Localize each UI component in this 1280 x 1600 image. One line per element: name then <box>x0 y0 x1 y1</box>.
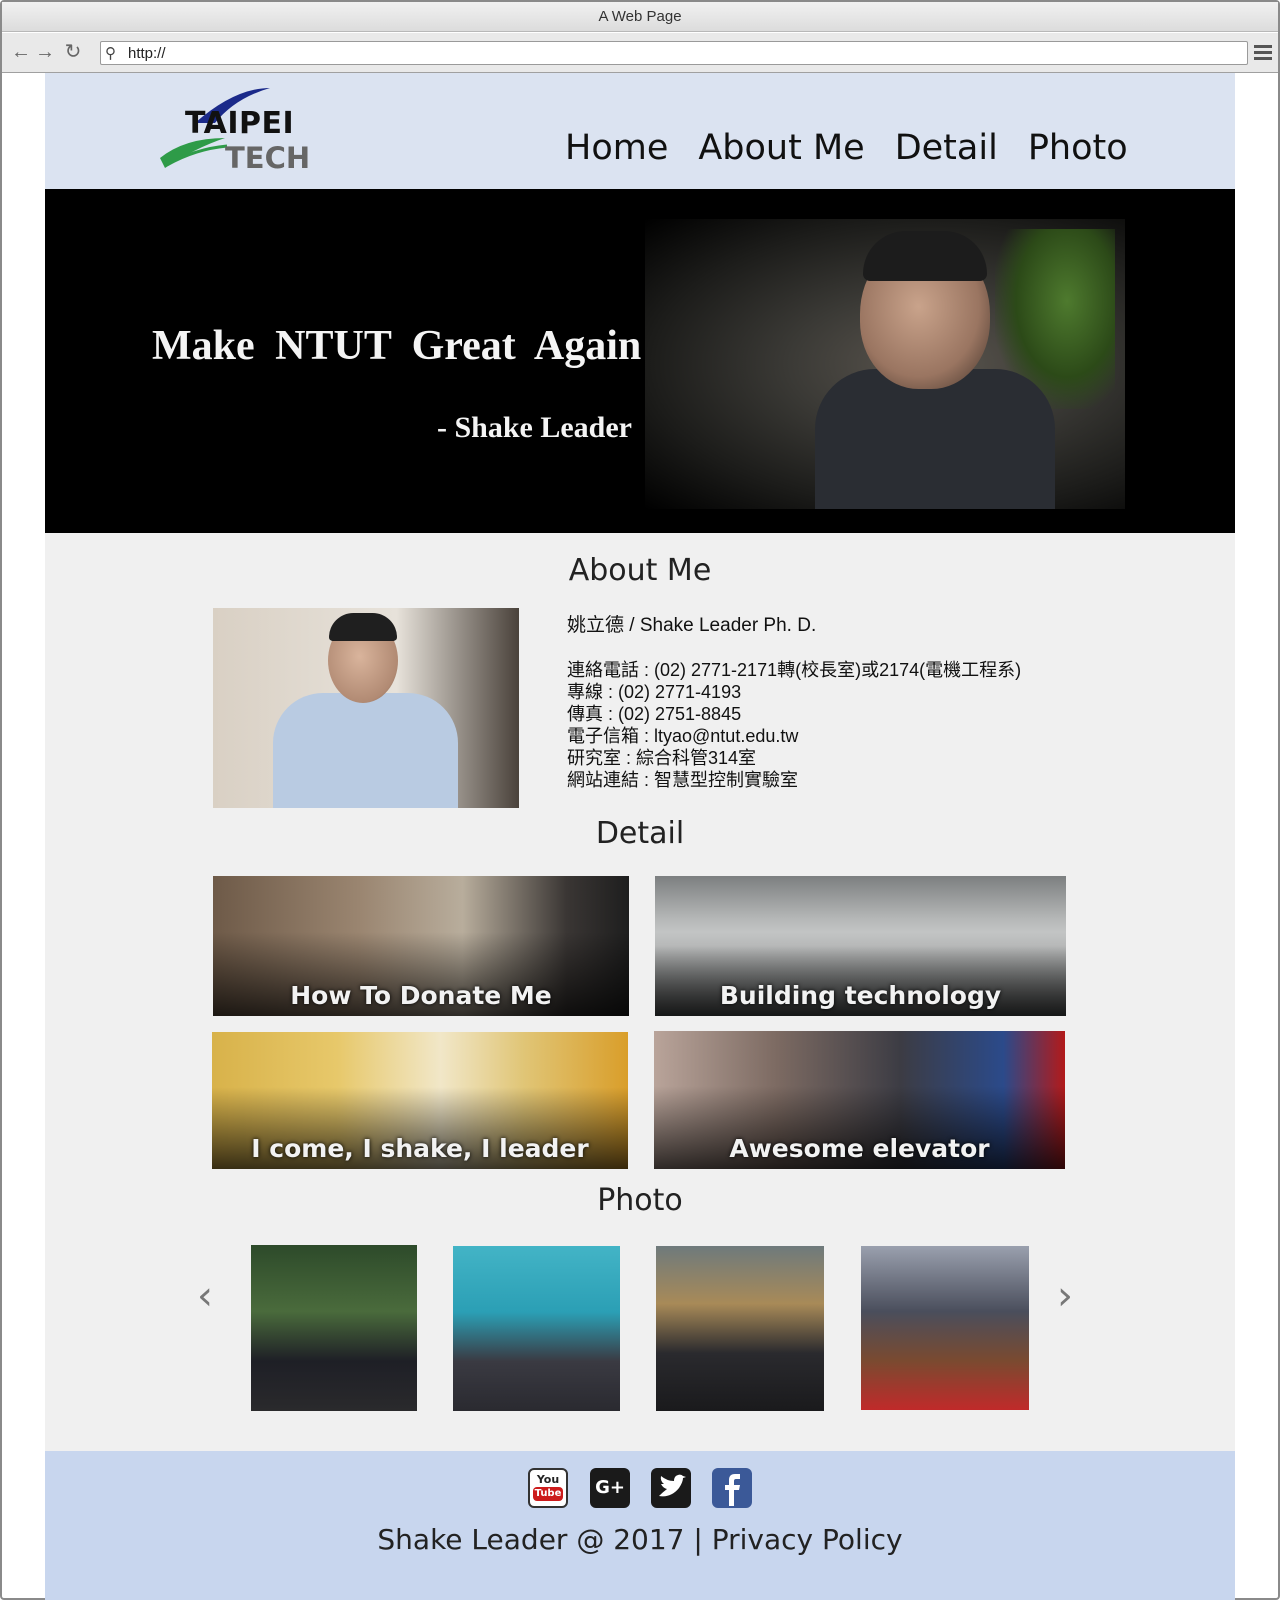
about-info: 姚立德 / Shake Leader Ph. D. 連絡電話 : (02) 27… <box>567 615 1021 791</box>
photo-thumbnail[interactable] <box>861 1246 1029 1410</box>
about-office: 研究室 : 綜合科管314室 <box>567 748 757 768</box>
photo-thumbnail[interactable] <box>453 1246 620 1411</box>
footer-text: Shake Leader @ 2017 | Privacy Policy <box>45 1523 1235 1556</box>
detail-card-shake[interactable]: I come, I shake, I leader <box>212 1032 628 1169</box>
site-footer: You Tube G+ Shake Leader @ 2017 | Privac… <box>45 1451 1235 1600</box>
hero-portrait-image <box>645 219 1125 509</box>
detail-card-donate[interactable]: How To Donate Me <box>213 876 629 1016</box>
about-website-link[interactable]: 網站連結 : 智慧型控制實驗室 <box>567 769 1021 791</box>
search-icon: ⚲ <box>105 45 116 62</box>
about-phone: 連絡電話 : (02) 2771-2171轉(校長室)或2174(電機工程系) <box>567 660 1022 680</box>
chevron-left-icon[interactable]: ‹ <box>197 1273 213 1319</box>
nav-detail[interactable]: Detail <box>895 128 998 168</box>
logo-text-tech: TECH <box>225 141 311 175</box>
browser-toolbar: ← → ↻ ⚲ http:// <box>2 33 1278 73</box>
about-portrait-image <box>213 608 519 808</box>
reload-icon[interactable]: ↻ <box>62 41 84 63</box>
window-title: A Web Page <box>2 2 1278 32</box>
about-section-title: About Me <box>568 553 712 588</box>
page: TAIPEI TECH Home About Me Detail Photo M… <box>45 73 1235 1600</box>
privacy-policy-link[interactable]: Privacy Policy <box>712 1523 903 1556</box>
main-nav: Home About Me Detail Photo <box>565 128 1128 168</box>
facebook-f-icon <box>725 1474 740 1506</box>
copyright-text: Shake Leader @ 2017 <box>377 1523 685 1556</box>
forward-arrow-icon[interactable]: → <box>34 41 56 63</box>
about-email[interactable]: 電子信箱 : ltyao@ntut.edu.tw <box>567 725 1021 747</box>
youtube-icon[interactable]: You Tube <box>528 1468 568 1508</box>
nav-home[interactable]: Home <box>565 128 668 168</box>
photo-thumbnail[interactable] <box>251 1245 417 1411</box>
twitter-bird-icon <box>659 1474 686 1497</box>
back-arrow-icon[interactable]: ← <box>10 41 32 63</box>
about-fax: 傳真 : (02) 2751-8845 <box>567 704 742 724</box>
hero-banner: Make NTUT Great Again - Shake Leader <box>45 189 1235 533</box>
logo-text-taipei: TAIPEI <box>185 106 295 141</box>
facebook-icon[interactable] <box>712 1468 752 1508</box>
hamburger-menu-icon[interactable] <box>1254 45 1272 61</box>
address-text[interactable]: http:// <box>128 45 166 62</box>
about-direct-line: 專線 : (02) 2771-4193 <box>567 682 742 702</box>
detail-card-caption: How To Donate Me <box>290 981 552 1010</box>
address-bar[interactable]: ⚲ http:// <box>100 41 1248 65</box>
about-name: 姚立德 / Shake Leader Ph. D. <box>567 615 817 636</box>
photo-section-title: Photo <box>597 1183 683 1218</box>
photo-thumbnail[interactable] <box>656 1246 824 1411</box>
detail-section-title: Detail <box>595 816 685 851</box>
google-plus-icon[interactable]: G+ <box>590 1468 630 1508</box>
site-header: TAIPEI TECH Home About Me Detail Photo <box>45 73 1235 189</box>
detail-card-caption: Building technology <box>719 981 1002 1010</box>
nav-about-me[interactable]: About Me <box>698 128 864 168</box>
footer-separator: | <box>693 1523 703 1556</box>
detail-card-building[interactable]: Building technology <box>655 876 1066 1016</box>
nav-photo[interactable]: Photo <box>1028 128 1128 168</box>
detail-card-caption: Awesome elevator <box>729 1134 990 1163</box>
twitter-icon[interactable] <box>651 1468 691 1508</box>
detail-card-caption: I come, I shake, I leader <box>251 1134 589 1163</box>
taipei-tech-logo[interactable]: TAIPEI TECH <box>155 83 315 178</box>
hero-subline: - Shake Leader <box>437 411 632 444</box>
chevron-right-icon[interactable]: › <box>1057 1273 1073 1319</box>
detail-card-elevator[interactable]: Awesome elevator <box>654 1031 1065 1169</box>
hero-headline: Make NTUT Great Again <box>152 323 642 369</box>
